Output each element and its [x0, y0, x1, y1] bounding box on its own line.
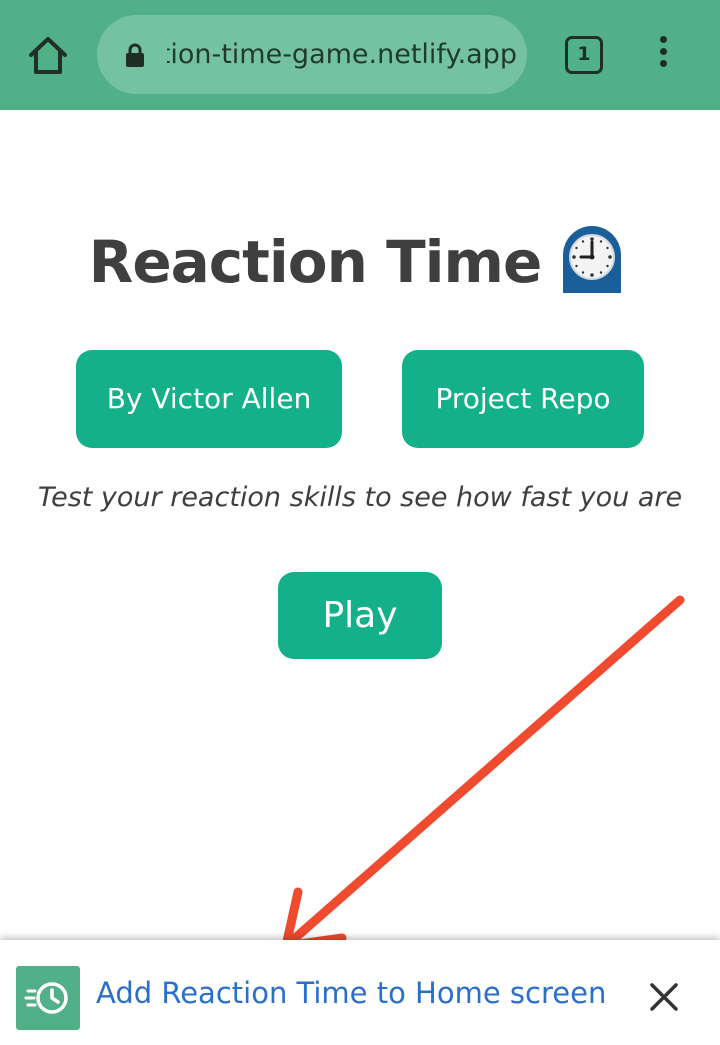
add-to-home-banner[interactable]: Add Reaction Time to Home screen: [0, 940, 720, 1045]
annotation-arrow: [281, 595, 685, 951]
tagline: Test your reaction skills to see how fas…: [37, 482, 683, 513]
lock-icon: [126, 43, 144, 67]
app-clock-icon: [16, 966, 80, 1030]
close-icon[interactable]: [645, 978, 683, 1016]
home-button[interactable]: [26, 34, 70, 78]
alarm-clock-icon: [553, 221, 631, 299]
url-text[interactable]: reaction-time-game.netlify.app: [167, 15, 517, 94]
tab-switcher-button[interactable]: 1: [565, 36, 603, 74]
page-title: Reaction Time: [0, 225, 720, 299]
more-vert-icon[interactable]: [648, 36, 678, 76]
project-repo-button[interactable]: Project Repo: [402, 350, 644, 448]
page-title-text: Reaction Time: [88, 228, 543, 296]
add-to-home-text[interactable]: Add Reaction Time to Home screen: [96, 976, 606, 1010]
author-button[interactable]: By Victor Allen: [76, 350, 342, 448]
address-bar[interactable]: reaction-time-game.netlify.app: [97, 15, 527, 94]
home-icon: [29, 37, 67, 74]
browser-toolbar: reaction-time-game.netlify.app 1: [0, 0, 720, 110]
play-button[interactable]: Play: [278, 572, 442, 659]
